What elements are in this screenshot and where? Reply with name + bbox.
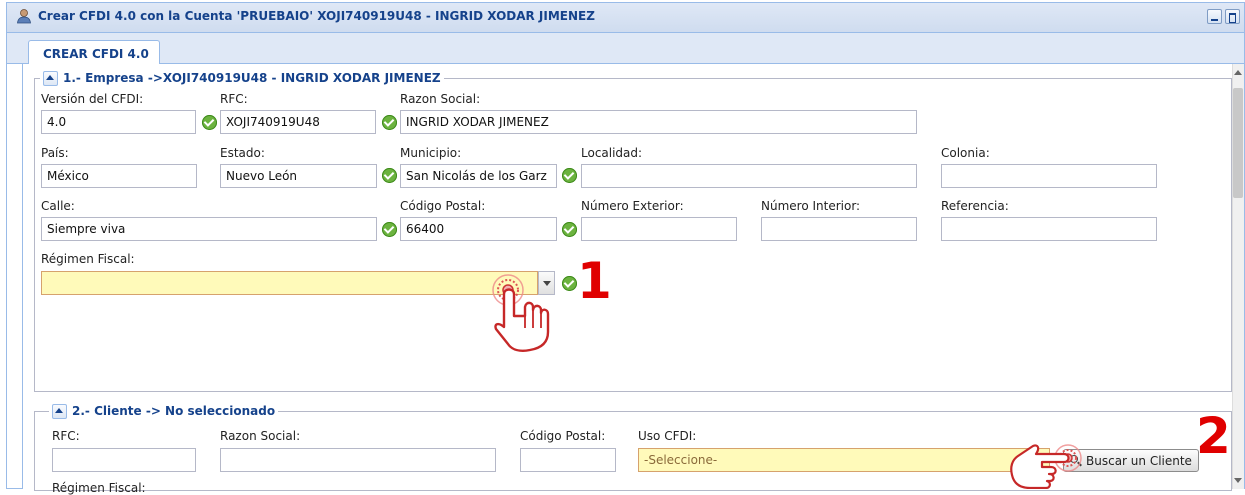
localidad-field[interactable] (581, 164, 917, 188)
colonia-field[interactable] (941, 164, 1157, 188)
tab-crear-cfdi[interactable]: CREAR CFDI 4.0 (28, 40, 160, 65)
maximize-button[interactable] (1225, 9, 1240, 24)
referencia-field[interactable] (941, 217, 1157, 241)
codigo-postal-label: Código Postal: (400, 199, 486, 213)
scrollbar-thumb[interactable] (1233, 88, 1243, 198)
step-1-annotation: 1 (577, 252, 612, 310)
check-icon (562, 222, 577, 237)
codigo-postal-field[interactable]: 66400 (400, 217, 557, 241)
calle-label: Calle: (41, 199, 75, 213)
cliente-cp-label: Código Postal: (520, 429, 606, 443)
version-label: Versión del CFDI: (41, 92, 144, 106)
localidad-label: Localidad: (581, 146, 643, 160)
numero-interior-field[interactable] (761, 217, 917, 241)
regimen-fiscal-combo[interactable] (41, 271, 538, 295)
scroll-up-icon[interactable] (1234, 70, 1242, 75)
municipio-label: Municipio: (400, 146, 462, 160)
step-2-annotation: 2 (1196, 407, 1231, 465)
empresa-legend-text: 1.- Empresa ->XOJI740919U48 - INGRID XOD… (63, 71, 441, 85)
rfc-field[interactable]: XOJI740919U48 (220, 110, 376, 134)
cliente-legend: 2.- Cliente -> No seleccionado (49, 403, 279, 419)
cliente-cp-field[interactable] (520, 448, 616, 472)
regimen-fiscal-label: Régimen Fiscal: (41, 252, 135, 266)
user-icon (17, 9, 31, 24)
calle-field[interactable]: Siempre viva (41, 217, 377, 241)
razon-social-field[interactable]: INGRID XODAR JIMENEZ (400, 110, 917, 134)
numero-exterior-field[interactable] (581, 217, 737, 241)
razon-social-label: Razon Social: (400, 92, 481, 106)
hand-pointer-icon (492, 274, 550, 352)
pais-field[interactable]: México (41, 164, 197, 188)
estado-label: Estado: (220, 146, 265, 160)
minimize-button[interactable] (1207, 9, 1222, 24)
cliente-regimen-label: Régimen Fiscal: (52, 481, 146, 495)
referencia-label: Referencia: (941, 199, 1009, 213)
cliente-razon-field[interactable] (220, 448, 496, 472)
collapse-icon[interactable] (43, 70, 58, 86)
colonia-label: Colonia: (941, 146, 990, 160)
minimize-icon (1211, 19, 1218, 21)
hand-pointer-icon (1010, 444, 1082, 489)
cliente-razon-label: Razon Social: (220, 429, 301, 443)
maximize-icon (1229, 13, 1236, 23)
buscar-cliente-label: Buscar un Cliente (1086, 453, 1192, 468)
numero-exterior-label: Número Exterior: (581, 199, 684, 213)
check-icon (382, 222, 397, 237)
scroll-down-icon[interactable] (1234, 478, 1242, 483)
collapse-icon[interactable] (52, 403, 67, 419)
check-icon (382, 115, 397, 130)
tab-label: CREAR CFDI 4.0 (43, 47, 149, 61)
uso-cfdi-combo[interactable]: -Seleccione- (638, 448, 1050, 472)
version-field[interactable]: 4.0 (41, 110, 196, 134)
check-icon (562, 168, 577, 183)
window-title: Crear CFDI 4.0 con la Cuenta 'PRUEBAIO' … (38, 9, 595, 23)
tab-strip (7, 33, 1244, 64)
pais-label: País: (41, 146, 69, 160)
cliente-rfc-field[interactable] (52, 448, 196, 472)
empresa-legend: 1.- Empresa ->XOJI740919U48 - INGRID XOD… (40, 70, 444, 86)
check-icon (202, 115, 217, 130)
municipio-field[interactable]: San Nicolás de los Garz (400, 164, 557, 188)
uso-cfdi-label: Uso CFDI: (638, 429, 697, 443)
rfc-label: RFC: (220, 92, 248, 106)
estado-field[interactable]: Nuevo León (220, 164, 377, 188)
cliente-legend-text: 2.- Cliente -> No seleccionado (72, 404, 276, 418)
numero-interior-label: Número Interior: (761, 199, 861, 213)
cliente-rfc-label: RFC: (52, 429, 80, 443)
check-icon (382, 168, 397, 183)
